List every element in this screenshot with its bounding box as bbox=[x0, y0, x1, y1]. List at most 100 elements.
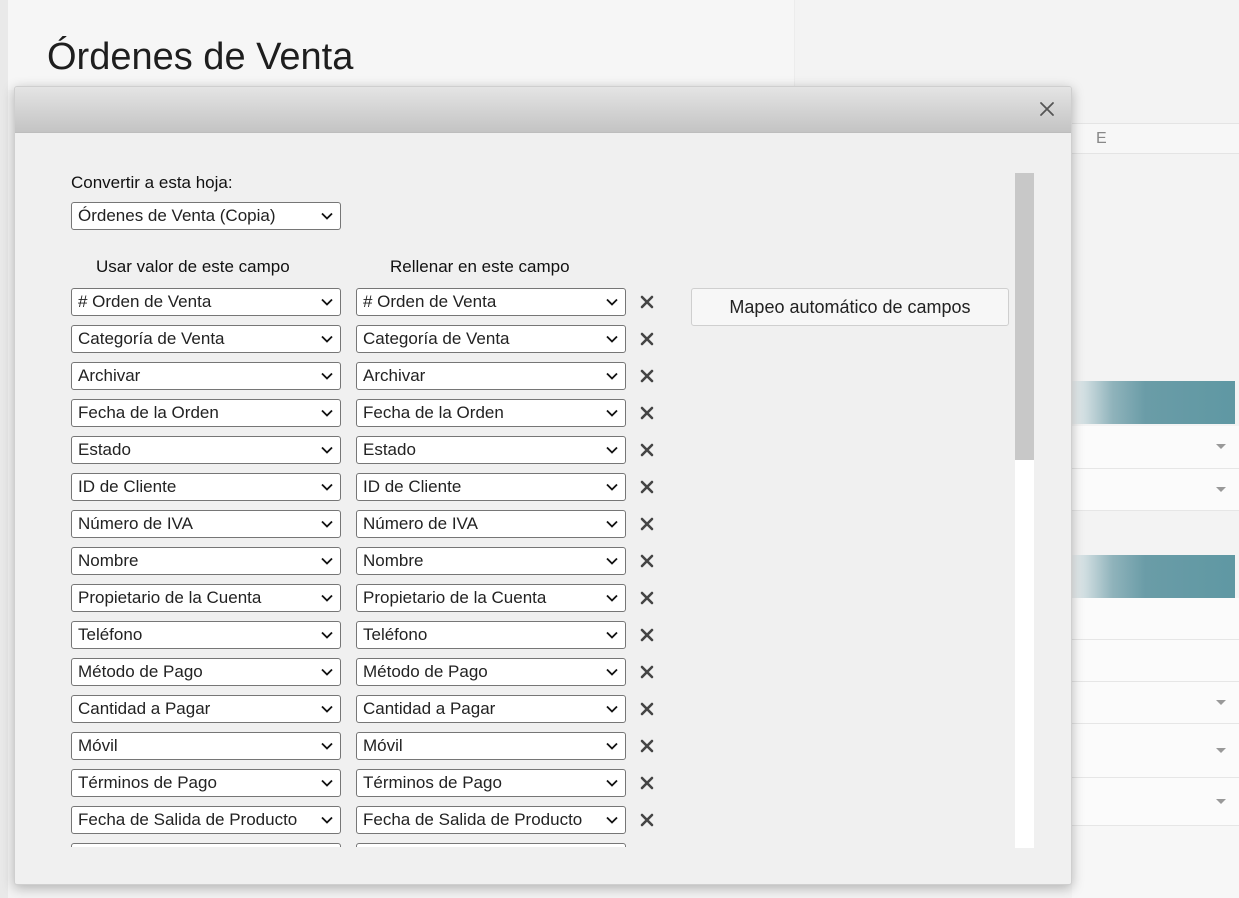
target-field-value: Cantidad a Pagar bbox=[363, 699, 496, 718]
remove-x-icon[interactable] bbox=[640, 406, 654, 420]
source-field-value: Móvil bbox=[78, 736, 118, 755]
chevron-down-icon bbox=[606, 742, 618, 750]
chevron-down-icon bbox=[321, 298, 333, 306]
target-field-select[interactable]: Método de Pago bbox=[356, 658, 626, 686]
target-field-select[interactable]: Categoría de Venta bbox=[356, 325, 626, 353]
target-field-value: Móvil bbox=[363, 736, 403, 755]
source-field-select[interactable]: Teléfono bbox=[71, 621, 341, 649]
dialog-titlebar bbox=[15, 87, 1071, 133]
remove-x-icon[interactable] bbox=[640, 480, 654, 494]
target-field-select[interactable]: # Orden de Venta bbox=[356, 288, 626, 316]
target-field-select[interactable]: Términos de Pago bbox=[356, 769, 626, 797]
chevron-down-icon bbox=[321, 212, 333, 220]
source-field-select[interactable]: ID de Cliente bbox=[71, 473, 341, 501]
column-letter: E bbox=[1096, 130, 1107, 147]
source-field-value: Método de Pago bbox=[78, 662, 203, 681]
caret-down-icon bbox=[1216, 699, 1226, 705]
source-field-value: Categoría de Venta bbox=[78, 329, 225, 348]
convert-sheet-dialog: Convertir a esta hoja: Órdenes de Venta … bbox=[14, 86, 1072, 885]
dialog-scrollbar[interactable] bbox=[1015, 173, 1034, 848]
source-field-value: Fecha de Salida de Producto bbox=[78, 810, 298, 829]
background-field-row[interactable] bbox=[1072, 469, 1239, 511]
source-field-value: Cantidad a Pagar bbox=[78, 699, 211, 718]
target-sheet-value: Órdenes de Venta (Copia) bbox=[78, 206, 276, 225]
scrollbar-thumb[interactable] bbox=[1015, 173, 1034, 460]
target-sheet-label: Convertir a esta hoja: bbox=[71, 173, 233, 192]
target-field-select[interactable]: Fecha de la Orden bbox=[356, 399, 626, 427]
source-field-select[interactable]: Fecha de Salida de Producto bbox=[71, 806, 341, 834]
dialog-content: Convertir a esta hoja: Órdenes de Venta … bbox=[15, 133, 1071, 847]
source-field-value: Archivar bbox=[78, 366, 141, 385]
chevron-down-icon bbox=[606, 631, 618, 639]
remove-x-icon[interactable] bbox=[640, 702, 654, 716]
source-field-select[interactable] bbox=[71, 843, 341, 847]
chevron-down-icon bbox=[606, 409, 618, 417]
target-field-value: Fecha de Salida de Producto bbox=[363, 810, 583, 829]
remove-x-icon[interactable] bbox=[640, 295, 654, 309]
chevron-down-icon bbox=[606, 816, 618, 824]
source-field-select[interactable]: Archivar bbox=[71, 362, 341, 390]
close-icon[interactable] bbox=[1037, 99, 1057, 119]
remove-x-icon[interactable] bbox=[640, 665, 654, 679]
source-field-value: ID de Cliente bbox=[78, 477, 177, 496]
target-field-value: Categoría de Venta bbox=[363, 329, 510, 348]
background-field-row[interactable] bbox=[1072, 640, 1239, 682]
background-field-row[interactable] bbox=[1072, 426, 1239, 469]
chevron-down-icon bbox=[321, 409, 333, 417]
target-field-select[interactable]: Estado bbox=[356, 436, 626, 464]
source-field-select[interactable]: Propietario de la Cuenta bbox=[71, 584, 341, 612]
background-left-strip bbox=[0, 0, 8, 898]
source-field-select[interactable]: Términos de Pago bbox=[71, 769, 341, 797]
remove-x-icon[interactable] bbox=[640, 517, 654, 531]
chevron-down-icon bbox=[606, 557, 618, 565]
remove-x-icon[interactable] bbox=[640, 332, 654, 346]
target-field-select[interactable]: ID de Cliente bbox=[356, 473, 626, 501]
source-field-select[interactable]: Nombre bbox=[71, 547, 341, 575]
remove-x-icon[interactable] bbox=[640, 628, 654, 642]
chevron-down-icon bbox=[606, 335, 618, 343]
source-field-select[interactable]: Método de Pago bbox=[71, 658, 341, 686]
target-field-select[interactable]: Fecha de Salida de Producto bbox=[356, 806, 626, 834]
target-field-select[interactable]: Móvil bbox=[356, 732, 626, 760]
source-field-select[interactable]: Móvil bbox=[71, 732, 341, 760]
chevron-down-icon bbox=[321, 594, 333, 602]
caret-down-icon bbox=[1216, 486, 1226, 492]
target-field-select[interactable]: Número de IVA bbox=[356, 510, 626, 538]
target-field-value: Propietario de la Cuenta bbox=[363, 588, 547, 607]
section-band bbox=[1072, 381, 1235, 424]
chevron-down-icon bbox=[321, 372, 333, 380]
source-field-select[interactable]: Categoría de Venta bbox=[71, 325, 341, 353]
target-sheet-select[interactable]: Órdenes de Venta (Copia) bbox=[71, 202, 341, 230]
remove-x-icon[interactable] bbox=[640, 369, 654, 383]
target-field-select[interactable]: Teléfono bbox=[356, 621, 626, 649]
source-field-select[interactable]: Cantidad a Pagar bbox=[71, 695, 341, 723]
chevron-down-icon bbox=[321, 520, 333, 528]
chevron-down-icon bbox=[321, 742, 333, 750]
background-field-row[interactable] bbox=[1072, 598, 1239, 640]
target-field-select[interactable] bbox=[356, 843, 626, 847]
target-field-select[interactable]: Propietario de la Cuenta bbox=[356, 584, 626, 612]
source-field-select[interactable]: Número de IVA bbox=[71, 510, 341, 538]
remove-x-icon[interactable] bbox=[640, 739, 654, 753]
chevron-down-icon bbox=[606, 520, 618, 528]
target-field-select[interactable]: Archivar bbox=[356, 362, 626, 390]
background-field-row[interactable] bbox=[1072, 724, 1239, 778]
remove-x-icon[interactable] bbox=[640, 813, 654, 827]
remove-x-icon[interactable] bbox=[640, 443, 654, 457]
source-field-select[interactable]: Fecha de la Orden bbox=[71, 399, 341, 427]
section-band bbox=[1072, 555, 1235, 598]
chevron-down-icon bbox=[606, 446, 618, 454]
target-field-select[interactable]: Cantidad a Pagar bbox=[356, 695, 626, 723]
auto-map-fields-button[interactable]: Mapeo automático de campos bbox=[691, 288, 1009, 326]
column-header-e: E bbox=[1072, 123, 1239, 154]
source-field-select[interactable]: # Orden de Venta bbox=[71, 288, 341, 316]
source-field-select[interactable]: Estado bbox=[71, 436, 341, 464]
target-field-value: # Orden de Venta bbox=[363, 292, 497, 311]
background-field-row[interactable] bbox=[1072, 682, 1239, 724]
remove-x-icon[interactable] bbox=[640, 776, 654, 790]
source-field-value: Fecha de la Orden bbox=[78, 403, 219, 422]
remove-x-icon[interactable] bbox=[640, 554, 654, 568]
target-field-select[interactable]: Nombre bbox=[356, 547, 626, 575]
remove-x-icon[interactable] bbox=[640, 591, 654, 605]
background-field-row[interactable] bbox=[1072, 778, 1239, 826]
